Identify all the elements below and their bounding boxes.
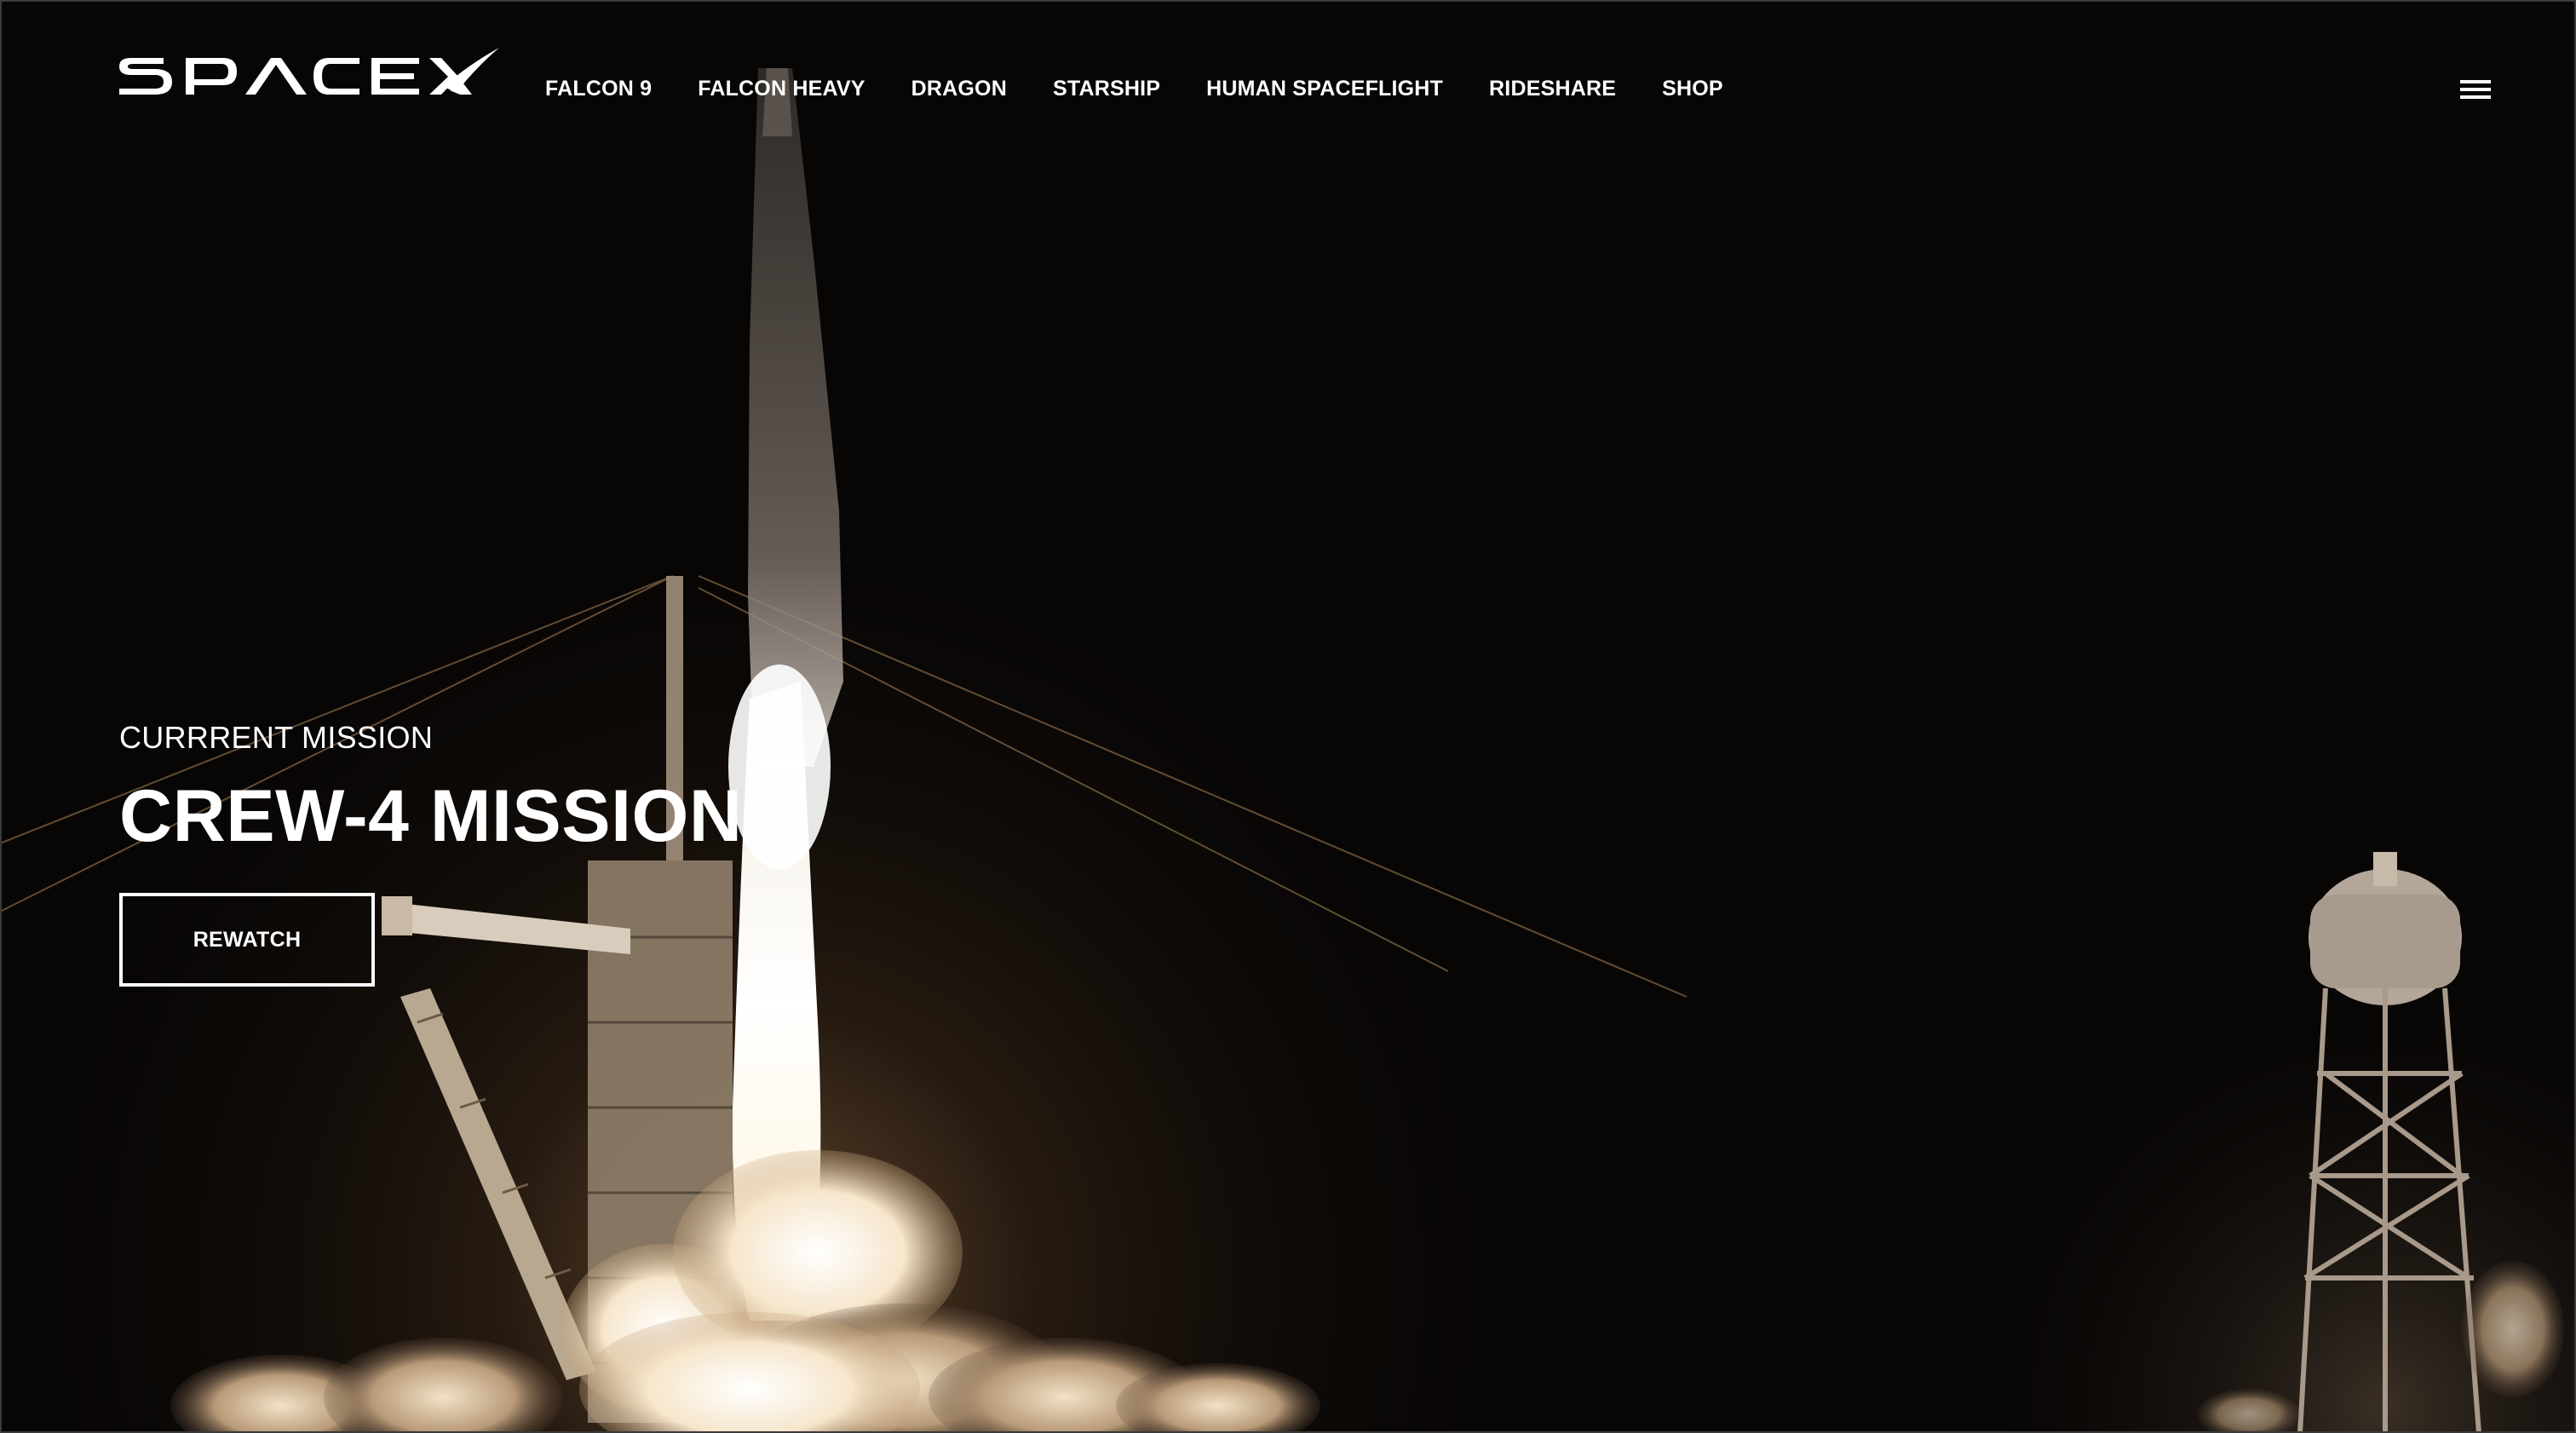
nav-item-dragon[interactable]: DRAGON <box>911 72 1007 106</box>
nav-item-human-spaceflight[interactable]: HUMAN SPACEFLIGHT <box>1206 72 1443 106</box>
nav-item-falcon-heavy[interactable]: FALCON HEAVY <box>698 72 865 106</box>
spacex-logo[interactable] <box>119 48 499 102</box>
main-nav: FALCON 9 FALCON HEAVY DRAGON STARSHIP HU… <box>545 72 1769 106</box>
hero-background-image <box>0 0 2576 1433</box>
mission-eyebrow: CURRRENT MISSION <box>119 720 434 755</box>
hamburger-menu-icon[interactable] <box>2460 77 2491 102</box>
nav-item-rideshare[interactable]: RIDESHARE <box>1489 72 1616 106</box>
nav-item-shop[interactable]: SHOP <box>1662 72 1723 106</box>
mission-title: CREW-4 MISSION <box>119 775 743 857</box>
page: FALCON 9 FALCON HEAVY DRAGON STARSHIP HU… <box>0 0 2576 1433</box>
nav-item-falcon-9[interactable]: FALCON 9 <box>545 72 652 106</box>
hero-section: CURRRENT MISSION CREW-4 MISSION REWATCH <box>119 717 743 987</box>
menu-line <box>2460 88 2491 91</box>
nav-item-starship[interactable]: STARSHIP <box>1053 72 1160 106</box>
site-header: FALCON 9 FALCON HEAVY DRAGON STARSHIP HU… <box>0 0 2576 179</box>
menu-line <box>2460 80 2491 83</box>
menu-line <box>2460 95 2491 99</box>
rewatch-button[interactable]: REWATCH <box>119 893 375 987</box>
